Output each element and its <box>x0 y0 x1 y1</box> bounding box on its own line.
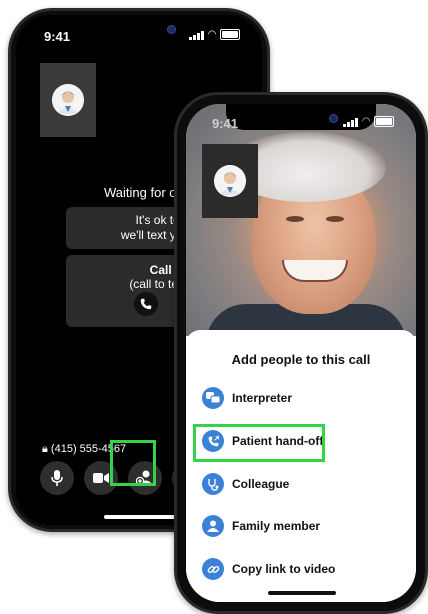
patient-video <box>186 104 416 344</box>
photo-eye <box>326 216 344 222</box>
option-label: Copy link to video <box>232 562 336 576</box>
battery-icon <box>374 116 394 127</box>
option-family-member[interactable]: Family member <box>202 514 320 538</box>
option-copy-link[interactable]: Copy link to video <box>202 557 335 581</box>
patient-hand-off-highlight <box>193 424 325 462</box>
wifi-icon: ◠ <box>362 116 370 127</box>
self-video-thumbnail[interactable] <box>202 144 258 218</box>
home-indicator <box>268 591 336 595</box>
home-indicator <box>104 515 182 519</box>
microphone-icon <box>51 470 63 486</box>
nudge-phone-icon[interactable] <box>134 292 158 316</box>
photo-eye <box>286 216 304 222</box>
link-icon <box>202 558 224 580</box>
status-icons: ◠ <box>343 116 394 127</box>
doctor-avatar <box>214 165 246 197</box>
add-people-screen: 9:41 ◠ Add people to this call Interpret… <box>186 104 416 602</box>
option-label: Colleague <box>232 477 290 491</box>
add-people-sheet: Add people to this call Interpreter Pati… <box>186 330 416 602</box>
person-icon <box>202 515 224 537</box>
sheet-title: Add people to this call <box>231 352 371 367</box>
option-label: Interpreter <box>232 391 293 405</box>
self-video-thumbnail[interactable] <box>40 63 96 137</box>
option-colleague[interactable]: Colleague <box>202 472 289 496</box>
status-time: 9:41 <box>212 116 239 131</box>
video-camera-icon <box>93 473 109 483</box>
doctor-avatar <box>52 84 84 116</box>
front-phone: 9:41 ◠ Add people to this call Interpret… <box>174 92 428 614</box>
mute-button[interactable] <box>40 461 74 495</box>
battery-icon <box>220 29 240 40</box>
signal-icon <box>189 30 205 40</box>
option-label: Family member <box>232 519 321 533</box>
status-time: 9:41 <box>44 29 71 44</box>
wifi-icon: ◠ <box>208 29 216 40</box>
status-icons: ◠ <box>189 29 240 40</box>
stethoscope-icon <box>202 473 224 495</box>
interpreter-icon <box>202 387 224 409</box>
option-interpreter[interactable]: Interpreter <box>202 386 292 410</box>
add-person-highlight <box>110 440 156 486</box>
status-bar: 9:41 ◠ <box>16 25 262 45</box>
lock-icon: 🔒︎ <box>42 443 48 455</box>
signal-icon <box>343 117 359 127</box>
status-bar: 9:41 ◠ <box>186 112 416 132</box>
